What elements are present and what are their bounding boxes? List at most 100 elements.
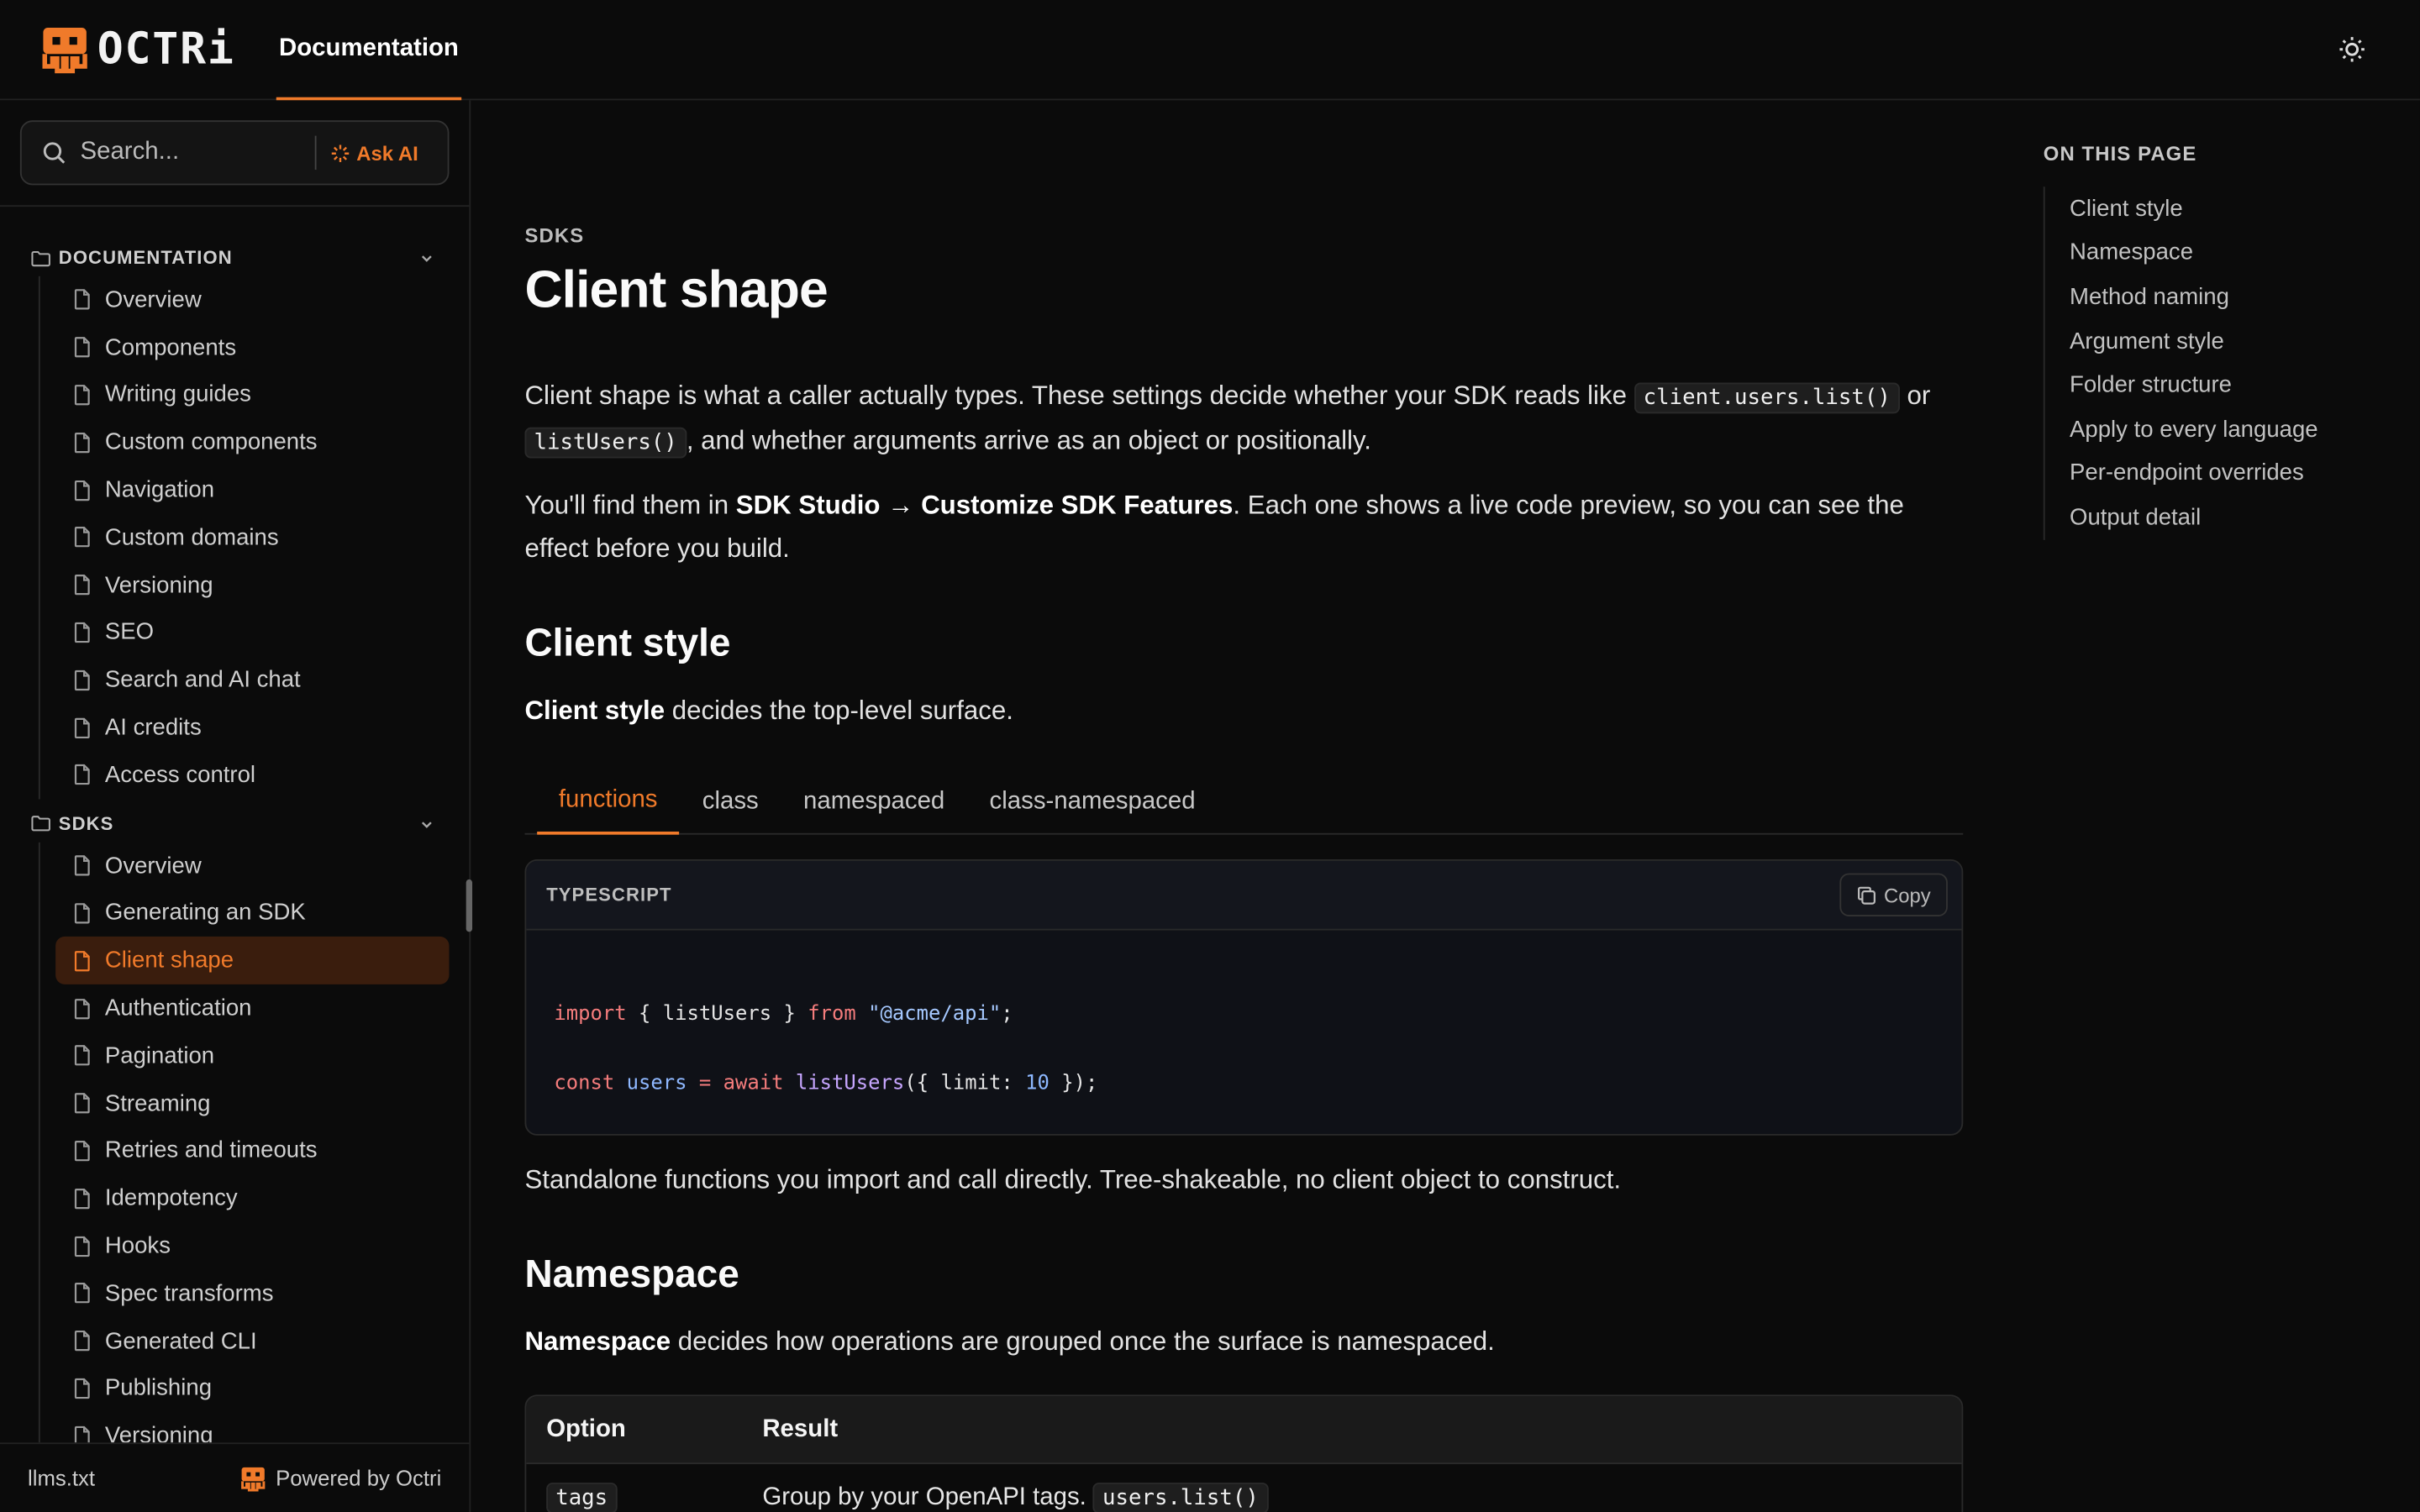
sidebar-item-label: Publishing (104, 1375, 213, 1402)
document-icon (74, 337, 90, 358)
document-icon (74, 575, 90, 596)
toc-item[interactable]: Output detail (2070, 496, 2398, 540)
sidebar-item[interactable]: SEO (55, 609, 449, 657)
sidebar-item[interactable]: Versioning (55, 561, 449, 609)
sidebar-item-label: Writing guides (104, 381, 251, 408)
sidebar-item[interactable]: Pagination (55, 1032, 449, 1080)
document-icon (74, 1283, 90, 1304)
search-box[interactable]: Ask AI (19, 120, 450, 186)
toc-item[interactable]: Folder structure (2070, 363, 2398, 407)
sidebar-item-label: Streaming (104, 1089, 211, 1117)
sidebar-item[interactable]: AI credits (55, 704, 449, 752)
sidebar-item[interactable]: Versioning (55, 1412, 449, 1443)
document-icon (74, 669, 90, 690)
sidebar-footer: llms.txt Powered by Octri (0, 1442, 470, 1512)
on-this-page: ON THIS PAGE Client style Namespace Method… (2043, 142, 2398, 540)
toc-item[interactable]: Per-endpoint overrides (2070, 451, 2398, 496)
sidebar-item-label: Versioning (104, 1422, 213, 1443)
sidebar-item[interactable]: Streaming (55, 1079, 449, 1127)
code-language: TYPESCRIPT (546, 884, 672, 906)
tab-documentation[interactable]: Documentation (276, 0, 462, 101)
document-icon (74, 1140, 90, 1162)
studio-paragraph: You'll find them in SDK Studio → Customi… (524, 491, 1904, 564)
sidebar-item-label: Hooks (104, 1232, 171, 1259)
sidebar-item-label: Navigation (104, 476, 215, 503)
document-icon (74, 432, 90, 453)
heading-namespace: Namespace (524, 1252, 739, 1296)
tab-class[interactable]: class (681, 770, 780, 835)
sidebar-item-label: Overview (104, 286, 202, 313)
sidebar-section-sdks[interactable]: SDKS (0, 805, 469, 842)
document-icon (74, 480, 90, 501)
sidebar-item[interactable]: Custom domains (55, 514, 449, 562)
search-input[interactable] (80, 139, 313, 167)
ask-ai-button[interactable]: Ask AI (330, 141, 418, 165)
tab-namespaced[interactable]: namespaced (781, 770, 966, 835)
sidebar-item[interactable]: Publishing (55, 1365, 449, 1413)
document-icon (74, 1045, 90, 1067)
sidebar-item[interactable]: Authentication (55, 984, 449, 1032)
sidebar-item-label: Pagination (104, 1042, 215, 1069)
sidebar-item[interactable]: Idempotency (55, 1174, 449, 1222)
sidebar-item[interactable]: Spec transforms (55, 1269, 449, 1317)
sidebar-section-documentation[interactable]: DOCUMENTATION (0, 239, 469, 276)
table-header-row: Option Result (526, 1396, 1962, 1465)
sidebar-item-label: AI credits (104, 714, 202, 741)
sidebar-item[interactable]: Overview (55, 276, 449, 324)
sidebar-item[interactable]: Hooks (55, 1222, 449, 1270)
llms-txt-link[interactable]: llms.txt (28, 1466, 95, 1490)
client-style-tabs: functions class namespaced class-namespa… (524, 770, 1964, 835)
search-icon (43, 142, 66, 164)
octopus-logo-icon (240, 1466, 265, 1491)
toc-item[interactable]: Argument style (2070, 319, 2398, 364)
sidebar-item[interactable]: Generated CLI (55, 1317, 449, 1365)
document-icon (74, 1425, 90, 1443)
sidebar-scrollbar[interactable] (466, 879, 473, 932)
sun-icon[interactable] (2337, 34, 2368, 65)
sidebar-item-label: SEO (104, 619, 155, 646)
document-icon (74, 764, 90, 785)
chevron-down-icon[interactable] (418, 250, 435, 267)
toc-item[interactable]: Client style (2070, 186, 2398, 231)
top-header: OCTRi Documentation (0, 0, 2420, 101)
client-style-caption: Standalone functions you import and call… (524, 1164, 1622, 1194)
sidebar: Ask AI DOCUMENTATION Overview Components Wr… (0, 100, 473, 1512)
toc-item[interactable]: Apply to every language (2070, 407, 2398, 452)
table-cell: Group by your OpenAPI tags. users.list() (762, 1483, 1961, 1512)
sidebar-item[interactable]: Components (55, 323, 449, 371)
client-style-lead: Client style decides the top-level surfa… (524, 696, 1013, 726)
toc-item[interactable]: Namespace (2070, 231, 2398, 276)
sidebar-item[interactable]: Navigation (55, 466, 449, 514)
code-line: import { listUsers } from "@acme/api"; (554, 1002, 1013, 1026)
sidebar-item-label: Search and AI chat (104, 666, 301, 694)
tab-class-namespaced[interactable]: class-namespaced (968, 770, 1217, 835)
sidebar-item[interactable]: Search and AI chat (55, 656, 449, 704)
sidebar-item[interactable]: Writing guides (55, 371, 449, 419)
namespace-lead: Namespace decides how operations are gro… (524, 1326, 1495, 1357)
sidebar-item[interactable]: Access control (55, 751, 449, 799)
powered-by-link[interactable]: Powered by Octri (239, 1465, 441, 1491)
tab-functions[interactable]: functions (537, 770, 680, 835)
sidebar-item[interactable]: Overview (55, 842, 449, 890)
intro-paragraph: Client shape is what a caller actually t… (524, 375, 1963, 465)
sidebar-nav[interactable]: DOCUMENTATION Overview Components Writing g… (0, 239, 469, 1443)
document-icon (74, 1236, 90, 1257)
document-icon (74, 1378, 90, 1399)
app-root: OCTRi Documentation Ask AI DOCUMENTATION… (0, 0, 2420, 1512)
document-icon (74, 385, 90, 406)
octri-logo[interactable]: OCTRi (39, 24, 235, 74)
toc-item[interactable]: Method naming (2070, 275, 2398, 319)
octopus-logo-icon (42, 27, 87, 73)
sidebar-item[interactable]: Retries and timeouts (55, 1127, 449, 1175)
sidebar-item[interactable]: Generating an SDK (55, 890, 449, 937)
sidebar-item-label: Authentication (104, 995, 252, 1021)
folder-icon (31, 816, 50, 832)
document-icon (74, 903, 90, 924)
sidebar-item-label: Client shape (104, 948, 234, 974)
sidebar-item[interactable]: Client shape (55, 937, 450, 985)
sidebar-item[interactable]: Custom components (55, 418, 449, 466)
chevron-down-icon[interactable] (418, 816, 435, 832)
copy-button[interactable]: Copy (1839, 873, 1948, 916)
heading-client-style: Client style (524, 622, 731, 665)
document-icon (74, 527, 90, 548)
